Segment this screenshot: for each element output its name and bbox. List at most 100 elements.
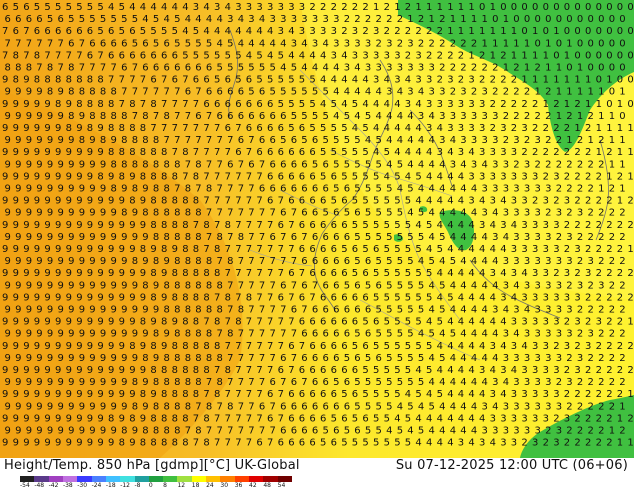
grid-value: 5	[89, 14, 95, 25]
grid-value: 8	[185, 232, 191, 243]
grid-value: 8	[153, 401, 159, 412]
grid-value: 5	[376, 135, 382, 146]
grid-value: 3	[373, 75, 379, 86]
grid-value: 3	[524, 280, 530, 291]
grid-value: 2	[606, 292, 612, 303]
grid-value: 8	[161, 389, 167, 400]
grid-value: 2	[606, 220, 612, 231]
grid-value: 8	[174, 305, 180, 316]
grid-value: 5	[418, 353, 424, 364]
grid-value: 9	[68, 305, 74, 316]
grid-value: 9	[58, 256, 64, 267]
scale-label: -48	[34, 482, 45, 489]
grid-value: 3	[227, 14, 233, 25]
grid-value: 6	[309, 147, 315, 158]
grid-value: 2	[617, 244, 623, 255]
grid-value: 9	[97, 147, 103, 158]
grid-value: 4	[458, 171, 464, 182]
grid-value: 9	[55, 292, 61, 303]
grid-value: 9	[66, 438, 72, 449]
grid-value: 4	[482, 159, 488, 170]
grid-value: 2	[564, 123, 570, 134]
grid-value: 3	[545, 377, 551, 388]
grid-value: 4	[468, 147, 474, 158]
grid-value: 4	[524, 305, 530, 316]
grid-value: 6	[320, 292, 326, 303]
grid-value: 0	[617, 50, 623, 61]
grid-value: 3	[545, 353, 551, 364]
grid-value: 3	[532, 341, 538, 352]
grid-value: 3	[373, 50, 379, 61]
grid-value: 2	[556, 377, 562, 388]
grid-value: 4	[482, 256, 488, 267]
grid-value: 4	[415, 147, 421, 158]
grid-value: 8	[206, 305, 212, 316]
grid-value: 6	[26, 14, 32, 25]
grid-value: 9	[111, 426, 117, 437]
grid-value: 3	[513, 353, 519, 364]
grid-value: 8	[174, 280, 180, 291]
grid-value: 0	[543, 26, 549, 37]
grid-value: 2	[585, 196, 591, 207]
grid-value: 4	[426, 147, 432, 158]
grid-value: 9	[121, 329, 127, 340]
grid-value: 5	[214, 75, 220, 86]
grid-value: 1	[450, 14, 456, 25]
grid-value: 9	[79, 208, 85, 219]
grid-value: 9	[66, 268, 72, 279]
grid-value: 6	[299, 413, 305, 424]
grid-value: 5	[376, 184, 382, 195]
grid-value: 6	[299, 123, 305, 134]
grid-value: 3	[535, 377, 541, 388]
grid-value: 6	[142, 63, 148, 74]
grid-value: 9	[2, 123, 8, 134]
grid-value: 5	[217, 63, 223, 74]
grid-value: 5	[119, 26, 125, 37]
grid-value: 9	[15, 232, 21, 243]
grid-value: 7	[182, 171, 188, 182]
grid-value: 8	[5, 63, 11, 74]
grid-value: 5	[309, 123, 315, 134]
grid-value: 2	[545, 426, 551, 437]
grid-value: 0	[588, 14, 594, 25]
grid-value: 9	[26, 426, 32, 437]
grid-value: 4	[140, 2, 146, 13]
grid-value: 9	[97, 292, 103, 303]
grid-value: 7	[161, 75, 167, 86]
grid-value: 3	[447, 75, 453, 86]
grid-value: 7	[119, 99, 125, 110]
grid-value: 5	[195, 38, 201, 49]
grid-value: 9	[76, 171, 82, 182]
grid-value: 3	[598, 280, 604, 291]
grid-value: 4	[458, 389, 464, 400]
grid-value: 3	[426, 99, 432, 110]
grid-value: 6	[153, 63, 159, 74]
grid-value: 9	[68, 329, 74, 340]
grid-value: 3	[471, 111, 477, 122]
grid-value: 2	[588, 184, 594, 195]
grid-value: 5	[214, 50, 220, 61]
grid-value: 0	[564, 26, 570, 37]
grid-value: 3	[333, 38, 339, 49]
grid-value: 5	[354, 256, 360, 267]
grid-value: 9	[87, 244, 93, 255]
grid-value: 5	[394, 268, 400, 279]
grid-value: 9	[87, 292, 93, 303]
grid-value: 4	[386, 111, 392, 122]
grid-value: 8	[206, 329, 212, 340]
grid-value: 2	[354, 14, 360, 25]
grid-value: 4	[376, 87, 382, 98]
grid-value: 7	[248, 353, 254, 364]
grid-value: 8	[206, 256, 212, 267]
grid-value: 3	[553, 317, 559, 328]
grid-value: 6	[365, 256, 371, 267]
grid-value: 7	[256, 292, 262, 303]
grid-value: 6	[354, 426, 360, 437]
grid-value: 9	[100, 208, 106, 219]
grid-value: 5	[373, 171, 379, 182]
grid-value: 3	[524, 329, 530, 340]
grid-value: 9	[5, 135, 11, 146]
grid-value: 8	[227, 256, 233, 267]
grid-value: 2	[609, 280, 615, 291]
grid-value: 1	[524, 38, 530, 49]
